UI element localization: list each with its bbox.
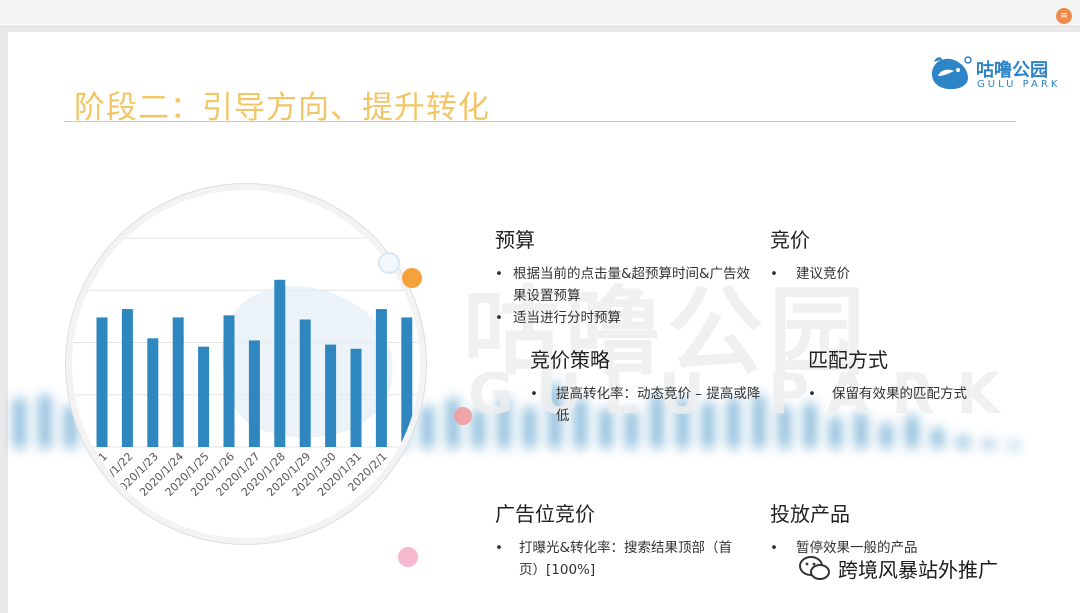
section-budget: 预算 根据当前的点击量&超预算时间&广告效果设置预算 适当进行分时预算	[495, 224, 755, 329]
list-item: 建议竞价	[770, 263, 1010, 285]
blurred-bar	[39, 395, 51, 448]
bubble-icon	[378, 252, 400, 274]
bar-1/21	[96, 317, 108, 447]
list-item: 打曝光&转化率：搜索结果顶部（首页）[100%]	[495, 537, 745, 581]
blurred-bar	[957, 436, 969, 448]
bullet-list: 打曝光&转化率：搜索结果顶部（首页）[100%]	[495, 537, 745, 581]
x-tick-label: 2020/2/3	[396, 450, 420, 494]
bar-1/27	[248, 340, 260, 447]
section-heading: 匹配方式	[808, 348, 888, 372]
section-bid-strategy: 竞价策略 提高转化率：动态竞价 – 提高或降低	[530, 344, 762, 427]
section-match-type: 匹配方式 保留有效果的匹配方式	[808, 344, 1048, 405]
bar-chart: 2020/1/212020/1/222020/1/232020/1/242020…	[72, 237, 420, 499]
list-item: 保留有效果的匹配方式	[808, 383, 1048, 405]
slide: 阶段二：引导方向、提升转化 咕噜公园 GULU PARK 2020/1/21 20…	[8, 32, 1080, 613]
bar-1/30	[325, 344, 337, 447]
whale-logo-icon	[932, 56, 972, 90]
orange-dot-icon	[402, 268, 422, 288]
section-heading: 预算	[495, 228, 535, 252]
list-item: 提高转化率：动态竞价 – 提高或降低	[530, 383, 762, 427]
section-heading: 广告位竞价	[495, 502, 595, 526]
bullet-list: 保留有效果的匹配方式	[808, 383, 1048, 405]
title-divider	[64, 121, 1016, 122]
blurred-bar	[422, 406, 433, 448]
section-heading: 投放产品	[770, 502, 850, 526]
magnifier-lens: 2020/1/21 2020/1/22 2020/1/23 2020/1/24 2020…	[72, 190, 420, 538]
bullet-list: 根据当前的点击量&超预算时间&广告效果设置预算 适当进行分时预算	[495, 263, 755, 329]
account-name: 跨境风暴站外推广	[838, 558, 998, 582]
section-heading: 竞价策略	[530, 348, 610, 372]
bullet-list: 提高转化率：动态竞价 – 提高或降低	[530, 383, 762, 427]
blurred-bar	[932, 428, 943, 448]
section-placement: 广告位竞价 打曝光&转化率：搜索结果顶部（首页）[100%]	[495, 498, 745, 581]
bar-1/25	[198, 346, 210, 447]
logo: 咕噜公园 GULU PARK	[928, 52, 1068, 102]
bar-1/24	[172, 317, 184, 447]
blurred-bar	[14, 398, 25, 448]
bar-2/1	[375, 309, 387, 447]
logo-name-en: GULU PARK	[977, 79, 1061, 90]
top-toolbar: ≡	[0, 0, 1080, 27]
list-item: 根据当前的点击量&超预算时间&广告效果设置预算	[495, 263, 755, 307]
blurred-bar	[1008, 442, 1020, 448]
blurred-bar	[881, 423, 892, 448]
pink-dot-icon	[398, 547, 418, 567]
blurred-bar	[65, 406, 76, 448]
bar-1/23	[147, 338, 159, 447]
x-tick-label: 2020/1/21	[72, 450, 110, 499]
section-bid: 竞价 建议竞价	[770, 224, 1010, 285]
section-heading: 竞价	[770, 228, 810, 252]
bar-1/28	[274, 279, 286, 447]
bullet-list: 建议竞价	[770, 263, 1010, 285]
bar-1/22	[121, 309, 133, 447]
section-products: 投放产品 暂停效果一般的产品	[770, 498, 1010, 559]
blurred-bar	[983, 440, 994, 448]
bar-1/26	[223, 315, 235, 447]
bar-1/31	[350, 348, 362, 447]
list-item: 适当进行分时预算	[495, 307, 755, 329]
badge-icon[interactable]: ≡	[1056, 8, 1072, 24]
wechat-icon	[799, 556, 830, 580]
bar-1/29	[299, 319, 311, 447]
